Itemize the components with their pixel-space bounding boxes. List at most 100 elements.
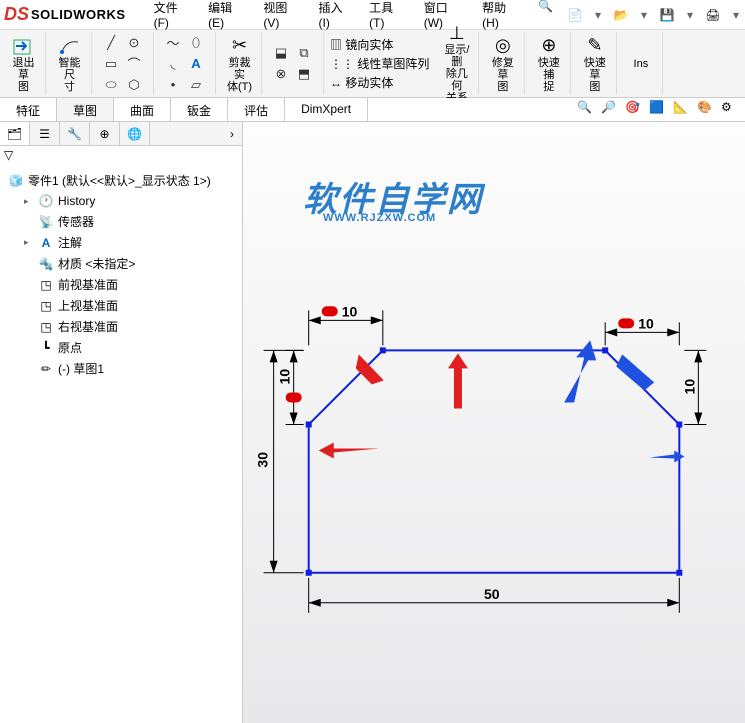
tree-right-plane[interactable]: ◳ 右视基准面 [4,316,238,337]
dim-10-tl-v[interactable]: 10 [277,350,304,424]
new-dropdown[interactable]: ▾ [593,3,603,27]
annotation-arrows-blue [564,340,684,462]
material-icon: 🔩 [38,256,54,272]
filter-icon[interactable]: ▽ [4,148,13,162]
exit-sketch-icon [12,34,36,57]
feature-tree-tab-icon[interactable]: 🗂 [0,122,30,145]
expand-tabs-icon[interactable]: › [222,122,242,145]
graphics-viewport[interactable]: 软件自学网 WWW.RJZXW.COM 50 [243,122,745,723]
menu-window[interactable]: 窗口(W) [416,0,474,34]
tab-surface[interactable]: 曲面 [114,98,171,121]
dim-10-tr-h[interactable]: 10 [605,315,679,345]
tree-sketch1[interactable]: ✏ (-) 草图1 [4,358,238,379]
sketch-tools-group-2: 〜 ⬯ ◟ A • ▱ [156,32,216,95]
fillet-tool-icon[interactable]: ◟ [164,55,182,73]
menu-tools[interactable]: 工具(T) [361,0,416,34]
annotation-arrows-red [319,353,468,458]
display-tab-icon[interactable]: 🌐 [120,122,150,145]
view-toolbar: 🔍 🔎 🎯 🟦 📐 🎨 ⚙ [577,100,741,120]
dimxpert-tab-icon[interactable]: ⊕ [90,122,120,145]
dim-10-tl-h[interactable]: 10 [309,303,383,345]
view-orient-icon[interactable]: 🎯 [625,100,645,120]
scene-icon[interactable]: 🎨 [697,100,717,120]
linear-pattern-button[interactable]: ⋮⋮ 线性草图阵列 [330,55,429,72]
section-icon[interactable]: 📐 [673,100,693,120]
mirror-button[interactable]: ▥ 镜向实体 [330,36,429,53]
property-tab-icon[interactable]: ☰ [30,122,60,145]
polygon-tool-icon[interactable]: ⬡ [125,76,143,94]
trim-button[interactable]: ✂ 剪裁实 体(T) [218,32,262,95]
project-icon[interactable]: ⬒ [295,65,313,83]
spline-tool-icon[interactable]: 〜 [164,34,182,52]
svg-text:10: 10 [277,369,293,385]
quick-sketch-button[interactable]: ✎ 快速草 图 [573,32,617,95]
point-tool-icon[interactable]: • [164,76,182,94]
convert-icon[interactable]: ⬓ [272,44,290,62]
tree-front-plane[interactable]: ◳ 前视基准面 [4,274,238,295]
save-dropdown[interactable]: ▾ [685,3,695,27]
ellipse-tool-icon[interactable]: ⬯ [187,34,205,52]
intersect-icon[interactable]: ⊗ [272,65,290,83]
trim-icon: ✂ [232,34,247,57]
repair-sketch-button[interactable]: ◎ 修复草 图 [481,32,525,95]
zoom-fit-icon[interactable]: 🔍 [577,100,597,120]
plane-tool-icon[interactable]: ▱ [187,76,205,94]
zoom-area-icon[interactable]: 🔎 [601,100,621,120]
new-icon[interactable]: 📄 [561,3,589,27]
offset-icon[interactable]: ⧉ [295,44,313,62]
print-dropdown[interactable]: ▾ [731,3,741,27]
menu-search-icon[interactable]: 🔍 [530,0,561,34]
menu-view[interactable]: 视图(V) [255,0,310,34]
tree-history[interactable]: ▸ 🕐 History [4,191,238,211]
appearance-icon[interactable]: ⚙ [721,100,741,120]
tab-feature[interactable]: 特征 [0,98,57,121]
dim-50[interactable]: 50 [309,578,680,613]
tab-evaluate[interactable]: 评估 [228,98,285,121]
smart-dimension-button[interactable]: 智能尺 寸 [48,32,92,95]
titlebar-quick-access: 📄▾ 📂▾ 💾▾ 🖨▾ [561,3,741,27]
tab-sketch[interactable]: 草图 [57,98,114,121]
exit-sketch-button[interactable]: 退出草 图 [2,32,46,95]
ins-button[interactable]: Ins [619,32,663,95]
menu-edit[interactable]: 编辑(E) [200,0,255,34]
arc-tool-icon[interactable]: ⌒ [125,55,143,73]
config-tab-icon[interactable]: 🔧 [60,122,90,145]
tree-top-plane[interactable]: ◳ 上视基准面 [4,295,238,316]
display-style-icon[interactable]: 🟦 [649,100,669,120]
open-dropdown[interactable]: ▾ [639,3,649,27]
tree-annotations[interactable]: ▸ A 注解 [4,232,238,253]
print-icon[interactable]: 🖨 [699,3,727,27]
tree-root[interactable]: 🧊 零件1 (默认<<默认>_显示状态 1>) [4,170,238,191]
dimension-icon [58,34,82,57]
open-icon[interactable]: 📂 [607,3,635,27]
circle-tool-icon[interactable]: ⊙ [125,34,143,52]
expand-icon[interactable]: ▸ [24,237,34,248]
sketch-icon: ✏ [38,361,54,377]
app-logo: DS SOLIDWORKS [4,4,126,25]
line-tool-icon[interactable]: ╱ [102,34,120,52]
pattern-group: ▥ 镜向实体 ⋮⋮ 线性草图阵列 ↔ 移动实体 [326,34,433,93]
menu-file[interactable]: 文件(F) [146,0,201,34]
rect-tool-icon[interactable]: ▭ [102,55,120,73]
save-icon[interactable]: 💾 [653,3,681,27]
plane-icon: ◳ [38,298,54,314]
menu-insert[interactable]: 插入(I) [311,0,362,34]
convert-group: ⬓ ⧉ ⊗ ⬒ [264,32,324,95]
pattern-icon: ⋮⋮ [330,57,354,71]
tab-dimxpert[interactable]: DimXpert [285,98,368,121]
slot-tool-icon[interactable]: ⬭ [102,76,120,94]
tree-material[interactable]: 🔩 材质 <未指定> [4,253,238,274]
dim-10-tr-v[interactable]: 10 [681,350,706,424]
tab-sheetmetal[interactable]: 钣金 [171,98,228,121]
display-relations-button[interactable]: ⊥ 显示/删 除几何 关系 [435,32,479,95]
tree-sensors[interactable]: 📡 传感器 [4,211,238,232]
menubar: 文件(F) 编辑(E) 视图(V) 插入(I) 工具(T) 窗口(W) 帮助(H… [146,0,561,34]
quick-sketch-icon: ✎ [587,34,602,57]
menu-help[interactable]: 帮助(H) [474,0,530,34]
tree-origin[interactable]: ┗ 原点 [4,337,238,358]
quick-snap-button[interactable]: ⊕ 快速捕 捉 [527,32,571,95]
expand-icon[interactable]: ▸ [24,196,34,207]
text-tool-icon[interactable]: A [187,55,205,73]
sketch-profile[interactable] [309,350,680,572]
move-button[interactable]: ↔ 移动实体 [330,74,429,91]
